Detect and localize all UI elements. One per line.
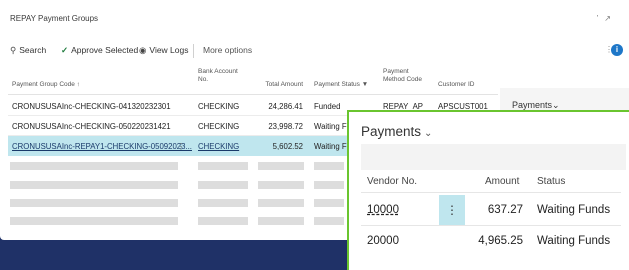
factbox-title-label: Payments bbox=[512, 100, 553, 110]
cell-status: Waiting F bbox=[314, 122, 347, 131]
column-header-customer[interactable]: Customer ID bbox=[438, 81, 474, 89]
page-title: REPAY Payment Groups bbox=[10, 14, 99, 23]
cell-status: Funded bbox=[314, 102, 341, 111]
cell-bank[interactable]: CHECKING bbox=[198, 142, 239, 151]
view-logs-button[interactable]: ◉ View Logs bbox=[139, 45, 189, 56]
column-header-amount[interactable]: Total Amount bbox=[258, 81, 303, 89]
cell-code[interactable]: CRONUSUSAInc-CHECKING-050220231421 bbox=[12, 122, 171, 131]
payment-amount: 637.27 bbox=[487, 204, 523, 216]
column-header-status[interactable]: Status bbox=[537, 176, 565, 187]
title-bar: REPAY Payment Groups ’↗ bbox=[0, 0, 629, 36]
bank-header-line2: No. bbox=[198, 76, 209, 83]
cell-bank: CHECKING bbox=[198, 102, 240, 111]
view-logs-label: View Logs bbox=[149, 45, 189, 55]
column-header-bank[interactable]: Bank Account No. bbox=[198, 68, 238, 84]
column-header-status[interactable]: Payment Status ▼ bbox=[314, 81, 368, 89]
status-header-label: Payment Status bbox=[314, 81, 360, 88]
cell-amount: 5,602.52 bbox=[272, 142, 303, 151]
cell-code[interactable]: CRONUSUSAInc-CHECKING-041320232301 bbox=[12, 102, 171, 111]
cell-amount: 23,998.72 bbox=[268, 122, 303, 131]
column-header-method[interactable]: Payment Method Code bbox=[383, 68, 422, 84]
window-controls: ’↗ bbox=[597, 14, 617, 23]
approve-selected-button[interactable]: ✓ Approve Selected bbox=[61, 45, 138, 56]
column-header-vendor[interactable]: Vendor No. bbox=[367, 176, 417, 187]
payments-title[interactable]: Payments ⌄ bbox=[361, 124, 432, 139]
cell-code[interactable]: CRONUSUSAInc-REPAY1-CHECKING-05092023... bbox=[12, 142, 192, 151]
cell-status: Waiting Fu bbox=[314, 142, 351, 151]
payment-row[interactable]: 20000 4,965.25 Waiting Funds bbox=[349, 226, 629, 256]
payment-status: Waiting Funds bbox=[537, 235, 611, 247]
column-header-code[interactable]: Payment Group Code ↑ bbox=[12, 81, 80, 89]
header-divider bbox=[361, 192, 621, 193]
checkmark-icon: ✓ bbox=[61, 45, 69, 55]
action-bar: ⚲ Search ✓ Approve Selected ◉ View Logs Mor… bbox=[0, 40, 629, 62]
info-icon[interactable]: i bbox=[611, 44, 623, 56]
search-label: Search bbox=[19, 45, 47, 55]
cell-bank: CHECKING bbox=[198, 122, 240, 131]
header-divider bbox=[8, 94, 498, 95]
payments-title-label: Payments bbox=[361, 124, 422, 139]
chevron-down-icon: ⌄ bbox=[552, 100, 560, 110]
bank-header-line1: Bank Account bbox=[198, 68, 238, 75]
column-header-amount[interactable]: Amount bbox=[485, 176, 519, 187]
payment-status: Waiting Funds bbox=[537, 204, 611, 216]
payments-toolbar bbox=[361, 144, 626, 170]
chevron-down-icon: ⌄ bbox=[424, 128, 433, 139]
search-icon: ⚲ bbox=[10, 45, 17, 55]
method-header-line1: Payment bbox=[383, 68, 409, 75]
more-options-button[interactable]: More options bbox=[203, 45, 252, 55]
vendor-no[interactable]: 20000 bbox=[367, 235, 399, 247]
row-actions-icon[interactable]: ⋮ bbox=[177, 142, 185, 151]
payment-amount: 4,965.25 bbox=[478, 235, 523, 247]
search-button[interactable]: ⚲ Search bbox=[10, 45, 46, 56]
collapse-icon[interactable]: ↗ bbox=[604, 14, 617, 23]
action-separator bbox=[193, 44, 194, 58]
row-actions-icon[interactable]: ⋮ bbox=[439, 195, 465, 225]
eye-icon: ◉ bbox=[139, 45, 147, 55]
payment-row[interactable]: 10000 ⋮ 637.27 Waiting Funds bbox=[349, 195, 629, 225]
vendor-no[interactable]: 10000 bbox=[367, 204, 399, 216]
method-header-line2: Method Code bbox=[383, 76, 423, 83]
cell-amount: 24,286.41 bbox=[268, 102, 303, 111]
approve-label: Approve Selected bbox=[71, 45, 139, 55]
payments-zoom-panel: Payments ⌄ Vendor No. Amount Status 10000… bbox=[347, 110, 629, 270]
filter-icon[interactable]: ▼ bbox=[362, 81, 368, 88]
